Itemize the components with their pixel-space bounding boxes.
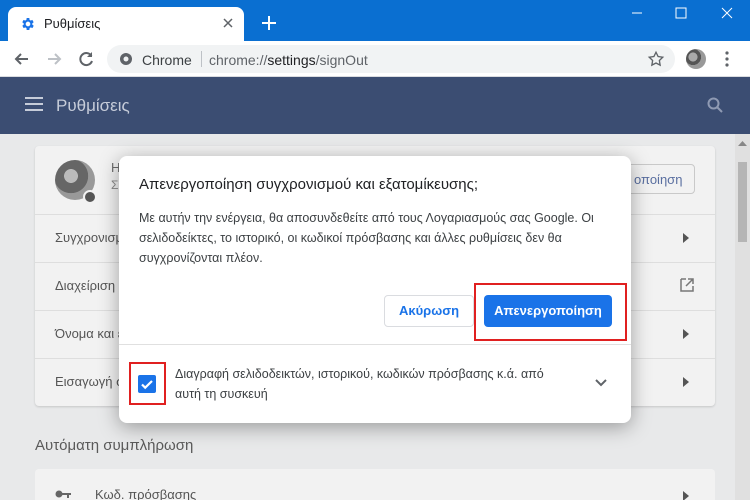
autofill-section-title: Αυτόματη συμπλήρωση — [35, 437, 194, 454]
url-text[interactable]: chrome://settings/signOut — [209, 52, 368, 68]
bookmark-star-icon[interactable] — [647, 50, 665, 68]
scrollbar[interactable] — [735, 134, 750, 500]
turn-off-sync-button[interactable]: οποίηση — [625, 164, 695, 194]
browser-toolbar: Chrome chrome://settings/signOut — [0, 41, 750, 77]
search-icon[interactable] — [707, 97, 723, 113]
more-menu-icon[interactable] — [724, 51, 730, 67]
delete-data-checkbox[interactable] — [138, 375, 156, 393]
chevron-right-icon — [683, 233, 689, 243]
chevron-down-icon[interactable] — [594, 378, 608, 388]
autofill-card[interactable]: Κωδ. πρόσβασης — [35, 469, 715, 500]
menu-icon[interactable] — [25, 97, 43, 111]
scroll-up-arrow-icon[interactable] — [738, 140, 747, 148]
address-bar[interactable]: Chrome chrome://settings/signOut — [107, 45, 675, 73]
turn-off-button[interactable]: Απενεργοποίηση — [484, 295, 612, 327]
back-arrow-icon[interactable] — [12, 49, 32, 69]
settings-gear-icon — [22, 18, 34, 30]
chevron-right-icon — [683, 377, 689, 387]
cancel-button[interactable]: Ακύρωση — [384, 295, 474, 327]
chrome-page-icon[interactable] — [119, 52, 133, 66]
browser-titlebar: Ρυθμίσεις — [0, 0, 750, 41]
checkmark-icon — [141, 380, 153, 390]
chevron-right-icon — [683, 329, 689, 339]
signout-dialog: Απενεργοποίηση συγχρονισμού και εξατομίκ… — [119, 156, 631, 423]
url-scheme-label: Chrome — [142, 52, 192, 68]
dialog-body: Με αυτήν την ενέργεια, θα αποσυνδεθείτε … — [139, 211, 594, 265]
scrollbar-thumb[interactable] — [738, 162, 747, 242]
dialog-title: Απενεργοποίηση συγχρονισμού και εξατομίκ… — [139, 176, 479, 193]
window-maximize-icon[interactable] — [658, 0, 704, 28]
settings-header: Ρυθμίσεις — [0, 77, 750, 134]
profile-subtitle: Σ — [111, 178, 119, 192]
tab-title: Ρυθμίσεις — [44, 16, 101, 31]
passwords-label: Κωδ. πρόσβασης — [95, 487, 197, 500]
delete-data-label: Διαγραφή σελιδοδεικτών, ιστορικού, κωδικ… — [175, 367, 544, 401]
window-close-icon[interactable] — [704, 0, 750, 28]
open-external-icon — [680, 278, 694, 292]
profile-avatar[interactable] — [686, 49, 706, 69]
window-minimize-icon[interactable] — [614, 0, 660, 28]
tab-close-icon[interactable] — [220, 15, 236, 31]
forward-arrow-icon[interactable] — [44, 49, 64, 69]
key-icon — [55, 490, 71, 498]
url-separator — [201, 51, 202, 67]
dialog-divider — [119, 344, 631, 345]
new-tab-icon[interactable] — [260, 14, 278, 32]
settings-title: Ρυθμίσεις — [56, 96, 130, 115]
sync-badge-icon — [83, 190, 97, 204]
chevron-right-icon — [683, 491, 689, 500]
browser-tab[interactable]: Ρυθμίσεις — [8, 7, 244, 41]
reload-icon[interactable] — [76, 49, 96, 69]
